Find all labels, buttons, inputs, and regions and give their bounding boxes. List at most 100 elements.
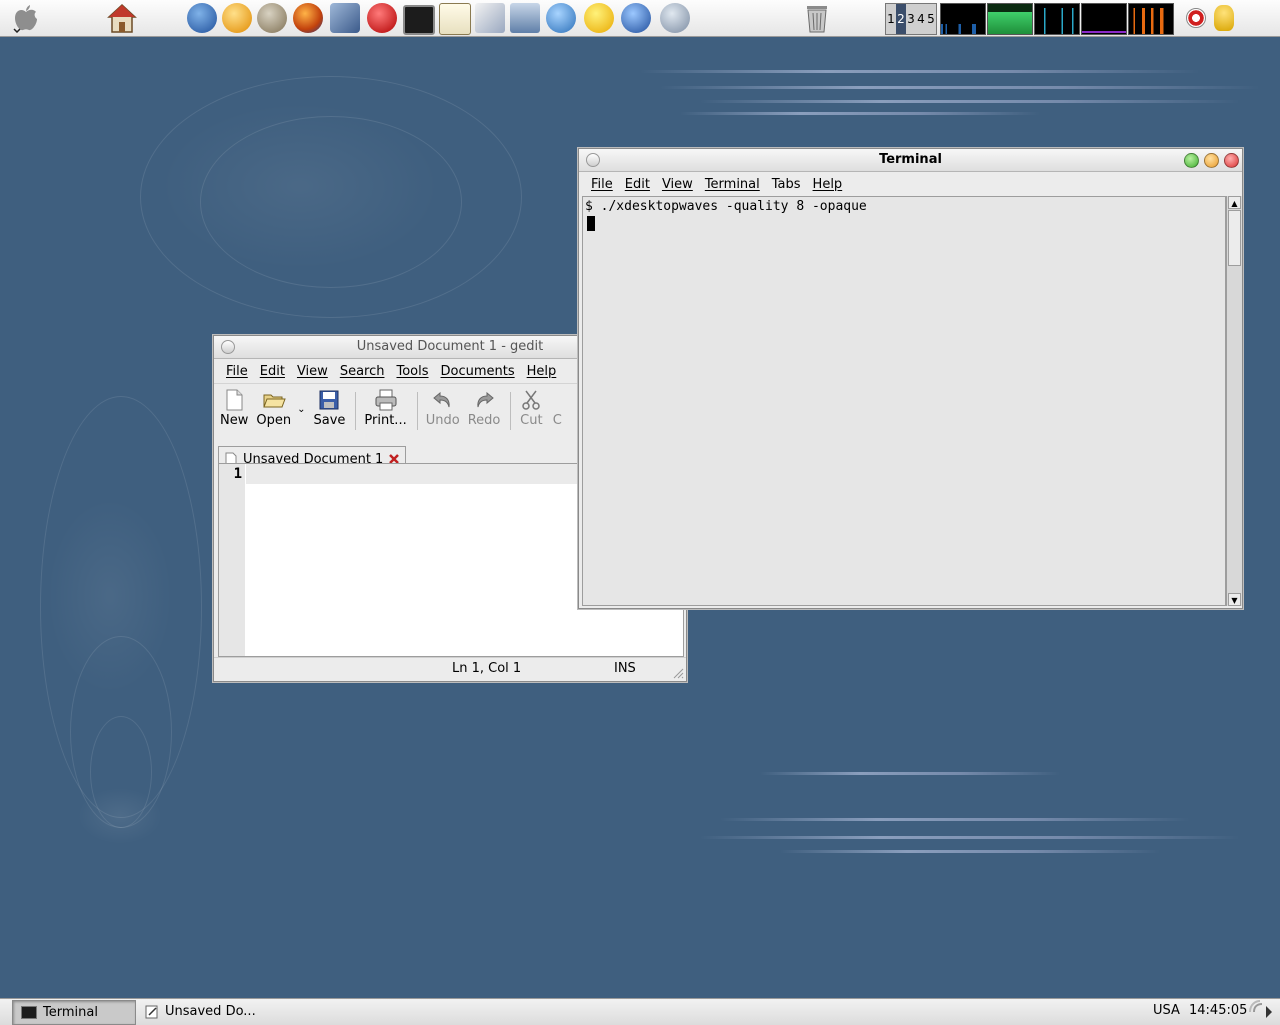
- redo-icon: [477, 391, 494, 408]
- menu-terminal[interactable]: Terminal: [699, 177, 766, 192]
- cut-button[interactable]: Cut: [519, 388, 543, 428]
- terminal-task-icon: [21, 1006, 37, 1019]
- workspace-1[interactable]: 1: [886, 4, 896, 34]
- swap-monitor-graph[interactable]: [1081, 3, 1127, 35]
- menu-file[interactable]: File: [220, 364, 254, 379]
- writer-launcher-icon[interactable]: [475, 3, 505, 33]
- save-label: Save: [313, 413, 346, 428]
- window-menu-button[interactable]: [221, 340, 235, 354]
- save-button[interactable]: Save: [313, 388, 345, 428]
- keyboard-layout[interactable]: USA: [1153, 1003, 1180, 1018]
- toolbar-separator: [416, 392, 418, 430]
- taskbar-gedit[interactable]: Unsaved Do...: [137, 1000, 275, 1023]
- terminal-title: Terminal: [879, 152, 942, 167]
- menu-documents[interactable]: Documents: [435, 364, 521, 379]
- close-button[interactable]: [1224, 153, 1239, 168]
- terminal-scrollbar[interactable]: ▲ ▼: [1226, 196, 1242, 606]
- wave-ring: [90, 716, 152, 828]
- load-monitor-graph[interactable]: [1128, 3, 1174, 35]
- menu-search[interactable]: Search: [334, 364, 391, 379]
- clock[interactable]: 14:45:05: [1189, 1003, 1247, 1018]
- terminal-launcher-icon[interactable]: [403, 5, 435, 35]
- bird-launcher-icon[interactable]: [330, 3, 360, 33]
- undo-button[interactable]: Undo: [426, 388, 460, 428]
- blender-launcher-icon[interactable]: [222, 3, 252, 33]
- wave-streak: [640, 70, 1200, 73]
- undo-label: Undo: [425, 413, 460, 428]
- menu-view[interactable]: View: [656, 177, 699, 192]
- gedit-title: Unsaved Document 1 - gedit: [356, 339, 544, 354]
- fish-launcher-icon[interactable]: [187, 3, 217, 33]
- toolbar-separator: [355, 392, 357, 430]
- maximize-button[interactable]: [1184, 153, 1199, 168]
- copy-button[interactable]: C: [551, 388, 563, 428]
- redo-button[interactable]: Redo: [467, 388, 501, 428]
- wave-streak: [760, 772, 1060, 775]
- insert-mode: INS: [614, 661, 636, 676]
- scissors-icon: [522, 390, 541, 410]
- copy-icon: [551, 388, 563, 412]
- menu-tools[interactable]: Tools: [390, 364, 434, 379]
- network-monitor-graph[interactable]: [1034, 3, 1080, 35]
- toolbar-separator: [510, 392, 512, 430]
- scroll-thumb[interactable]: [1228, 210, 1241, 266]
- home-icon[interactable]: [106, 2, 138, 34]
- gimp-launcher-icon[interactable]: [257, 3, 287, 33]
- globe-launcher-icon[interactable]: [660, 3, 690, 33]
- workspace-3[interactable]: 3: [906, 4, 916, 34]
- trash-icon[interactable]: [802, 2, 832, 34]
- print-button[interactable]: Print...: [364, 388, 407, 428]
- menu-edit[interactable]: Edit: [254, 364, 291, 379]
- text-editor-launcher-icon[interactable]: [439, 3, 471, 35]
- menu-help[interactable]: Help: [807, 177, 849, 192]
- workspace-4[interactable]: 4: [916, 4, 926, 34]
- firefox-launcher-icon[interactable]: [293, 3, 323, 33]
- wave-streak: [780, 850, 1160, 853]
- menu-file[interactable]: File: [585, 177, 619, 192]
- minimize-button[interactable]: [1204, 153, 1219, 168]
- cursor-position: Ln 1, Col 1: [452, 661, 522, 676]
- terminal-line: $ ./xdesktopwaves -quality 8 -opaque: [585, 199, 867, 214]
- terminal-titlebar[interactable]: Terminal: [579, 149, 1242, 172]
- scroll-down-arrow-icon[interactable]: ▼: [1228, 593, 1241, 606]
- taskbar-gedit-label: Unsaved Do...: [165, 1004, 256, 1019]
- gedit-statusbar: Ln 1, Col 1 INS: [214, 657, 686, 681]
- terminal-output[interactable]: $ ./xdesktopwaves -quality 8 -opaque: [582, 196, 1226, 606]
- workspace-2[interactable]: 2: [896, 4, 906, 34]
- network-launcher-icon[interactable]: [621, 3, 651, 33]
- office-launcher-icon[interactable]: [510, 3, 540, 33]
- memory-monitor-graph[interactable]: [987, 3, 1033, 35]
- open-button[interactable]: Open: [256, 388, 291, 428]
- menu-view[interactable]: View: [291, 364, 334, 379]
- wave-streak: [680, 112, 1040, 115]
- new-button[interactable]: New: [220, 388, 248, 428]
- scroll-up-arrow-icon[interactable]: ▲: [1228, 196, 1241, 209]
- bottom-panel: Terminal Unsaved Do... USA 14:45:05: [0, 998, 1280, 1025]
- top-panel: 1 2 3 4 5: [0, 0, 1280, 37]
- menu-tabs[interactable]: Tabs: [766, 177, 807, 192]
- line-number: 1: [233, 466, 242, 482]
- mail-launcher-icon[interactable]: [546, 3, 576, 33]
- redo-label: Redo: [467, 413, 501, 428]
- wave-streak: [700, 836, 1240, 839]
- new-document-icon: [226, 389, 243, 411]
- cpu-monitor-graph[interactable]: [940, 3, 986, 35]
- aim-launcher-icon[interactable]: [584, 3, 614, 33]
- resize-grip-icon[interactable]: [672, 667, 684, 679]
- opera-launcher-icon[interactable]: [367, 3, 397, 33]
- save-disk-icon: [319, 390, 339, 410]
- menu-edit[interactable]: Edit: [619, 177, 656, 192]
- apple-menu-icon[interactable]: [12, 3, 40, 33]
- undo-icon: [432, 391, 450, 408]
- gaim-tray-icon[interactable]: [1214, 5, 1234, 31]
- workspace-5[interactable]: 5: [926, 4, 936, 34]
- update-notifier-icon[interactable]: [1186, 8, 1206, 28]
- window-menu-button[interactable]: [586, 153, 600, 167]
- terminal-cursor: [587, 216, 595, 231]
- volume-icon[interactable]: [1246, 1000, 1278, 1024]
- wave-streak: [700, 100, 1240, 103]
- open-recent-dropdown-icon[interactable]: ⌄: [297, 404, 305, 415]
- taskbar-terminal[interactable]: Terminal: [12, 1000, 136, 1025]
- taskbar-terminal-label: Terminal: [43, 1005, 98, 1020]
- menu-help[interactable]: Help: [521, 364, 563, 379]
